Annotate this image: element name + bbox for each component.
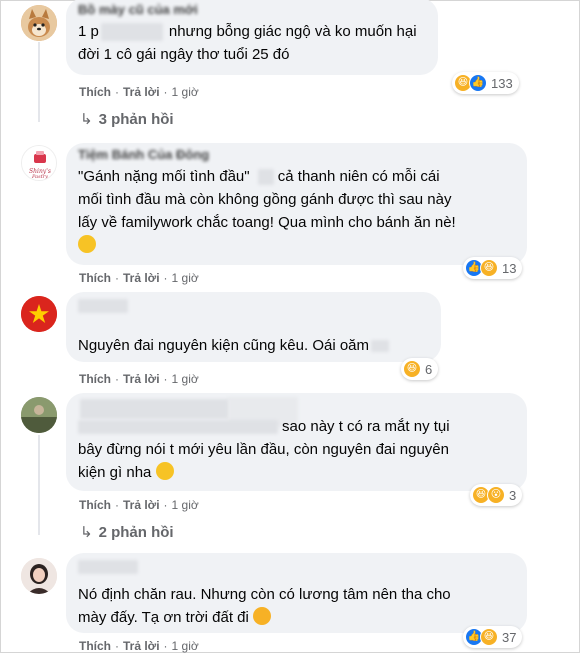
- comment-actions: Thích · Trả lời · 1 giờ: [79, 85, 199, 99]
- redacted-text: [257, 169, 274, 186]
- avatar[interactable]: [21, 296, 57, 332]
- comment-author[interactable]: Tiệm Bánh Của Đông: [78, 147, 515, 163]
- reaction-summary[interactable]: 👍 😆 13: [463, 257, 523, 279]
- avatar[interactable]: [21, 5, 57, 41]
- wink-emoji-icon: [78, 235, 96, 253]
- reaction-count: 6: [425, 361, 433, 377]
- comment-actions: Thích · Trả lời · 1 giờ: [79, 271, 199, 285]
- avatar[interactable]: [21, 397, 57, 433]
- avatar[interactable]: [21, 558, 57, 594]
- dog-avatar-icon: [21, 5, 57, 41]
- comment-author[interactable]: [78, 559, 138, 574]
- reaction-summary[interactable]: 👍 😆 37: [463, 626, 523, 648]
- timestamp[interactable]: 1 giờ: [172, 372, 199, 386]
- timestamp[interactable]: 1 giờ: [172, 271, 199, 285]
- reply-link[interactable]: Trả lời: [123, 498, 160, 512]
- comment-bubble: Bồ mày cũ của mới 1 p nhưng bỗng giác ngộ…: [66, 0, 438, 75]
- reply-link[interactable]: Trả lời: [123, 85, 160, 99]
- like-link[interactable]: Thích: [79, 372, 111, 386]
- vietnam-flag-icon: [21, 296, 57, 332]
- haha-icon: 😆: [403, 360, 421, 378]
- comment-bubble: Tiệm Bánh Của Đông "Gánh nặng mối tình đ…: [66, 143, 527, 265]
- timestamp[interactable]: 1 giờ: [172, 639, 199, 653]
- reaction-summary[interactable]: 😆 6: [401, 358, 439, 380]
- heart-eyes-emoji-icon: [253, 607, 272, 625]
- view-replies-link[interactable]: ↳ 2 phản hồi: [80, 523, 174, 543]
- reply-arrow-icon: ↳: [80, 524, 93, 541]
- timestamp[interactable]: 1 giờ: [172, 85, 199, 99]
- haha-icon: 😆: [480, 628, 498, 646]
- moon-emoji-icon: [155, 462, 174, 480]
- comment-bubble: Nguyên đai nguyên kiện cũng kêu. Oái oăm: [66, 292, 441, 362]
- comment-actions: Thích · Trả lời · 1 giờ: [79, 498, 199, 512]
- avatar[interactable]: Shiny's Pastry: [21, 145, 57, 181]
- like-link[interactable]: Thích: [79, 271, 111, 285]
- svg-text:Pastry: Pastry: [31, 174, 48, 180]
- reaction-count: 133: [491, 75, 513, 91]
- comment-actions: Thích · Trả lời · 1 giờ: [79, 372, 199, 386]
- photo-avatar-icon: [21, 397, 57, 433]
- reply-link[interactable]: Trả lời: [123, 639, 160, 653]
- reply-link[interactable]: Trả lời: [123, 271, 160, 285]
- comment-actions: Thích · Trả lời · 1 giờ: [79, 639, 199, 653]
- comment-text: sao này t có ra mắt ny tụi bây đừng nói …: [78, 418, 450, 481]
- comment-text: 1 p nhưng bỗng giác ngộ và ko muốn hại đờ…: [78, 23, 417, 63]
- reaction-summary[interactable]: 😆 😮 3: [470, 484, 523, 506]
- redacted-text: [78, 420, 278, 435]
- reaction-count: 37: [502, 629, 517, 645]
- reaction-count: 3: [509, 487, 517, 503]
- reply-arrow-icon: ↳: [80, 111, 93, 128]
- view-replies-link[interactable]: ↳ 3 phản hồi: [80, 110, 174, 130]
- like-link[interactable]: Thích: [79, 85, 111, 99]
- like-link[interactable]: Thích: [79, 498, 111, 512]
- comment-author[interactable]: [78, 299, 128, 314]
- thread-line: [38, 42, 40, 122]
- redacted-text: [100, 23, 163, 42]
- comment-author[interactable]: Bồ mày cũ của mới: [78, 2, 426, 18]
- comment-bubble: Nó định chăn rau. Nhưng còn có lương tâm…: [66, 553, 527, 633]
- reaction-count: 13: [502, 260, 517, 276]
- like-icon: 👍: [469, 74, 487, 92]
- timestamp[interactable]: 1 giờ: [172, 498, 199, 512]
- reaction-summary[interactable]: 😆 👍 133: [452, 72, 519, 94]
- reply-link[interactable]: Trả lời: [123, 372, 160, 386]
- person-avatar-icon: [21, 558, 57, 594]
- redacted-text: [371, 340, 390, 353]
- comment-text: Nguyên đai nguyên kiện cũng kêu. Oái oăm: [78, 334, 429, 357]
- like-link[interactable]: Thích: [79, 639, 111, 653]
- haha-icon: 😆: [480, 259, 498, 277]
- comment-text: Nó định chăn rau. Nhưng còn có lương tâm…: [78, 586, 451, 626]
- thread-line: [38, 435, 40, 535]
- wow-icon: 😮: [487, 486, 505, 504]
- comment-bubble: sao này t có ra mắt ny tụi bây đừng nói …: [66, 393, 527, 491]
- comment-text: "Gánh nặng mối tình đầu" cả thanh niên c…: [78, 165, 515, 257]
